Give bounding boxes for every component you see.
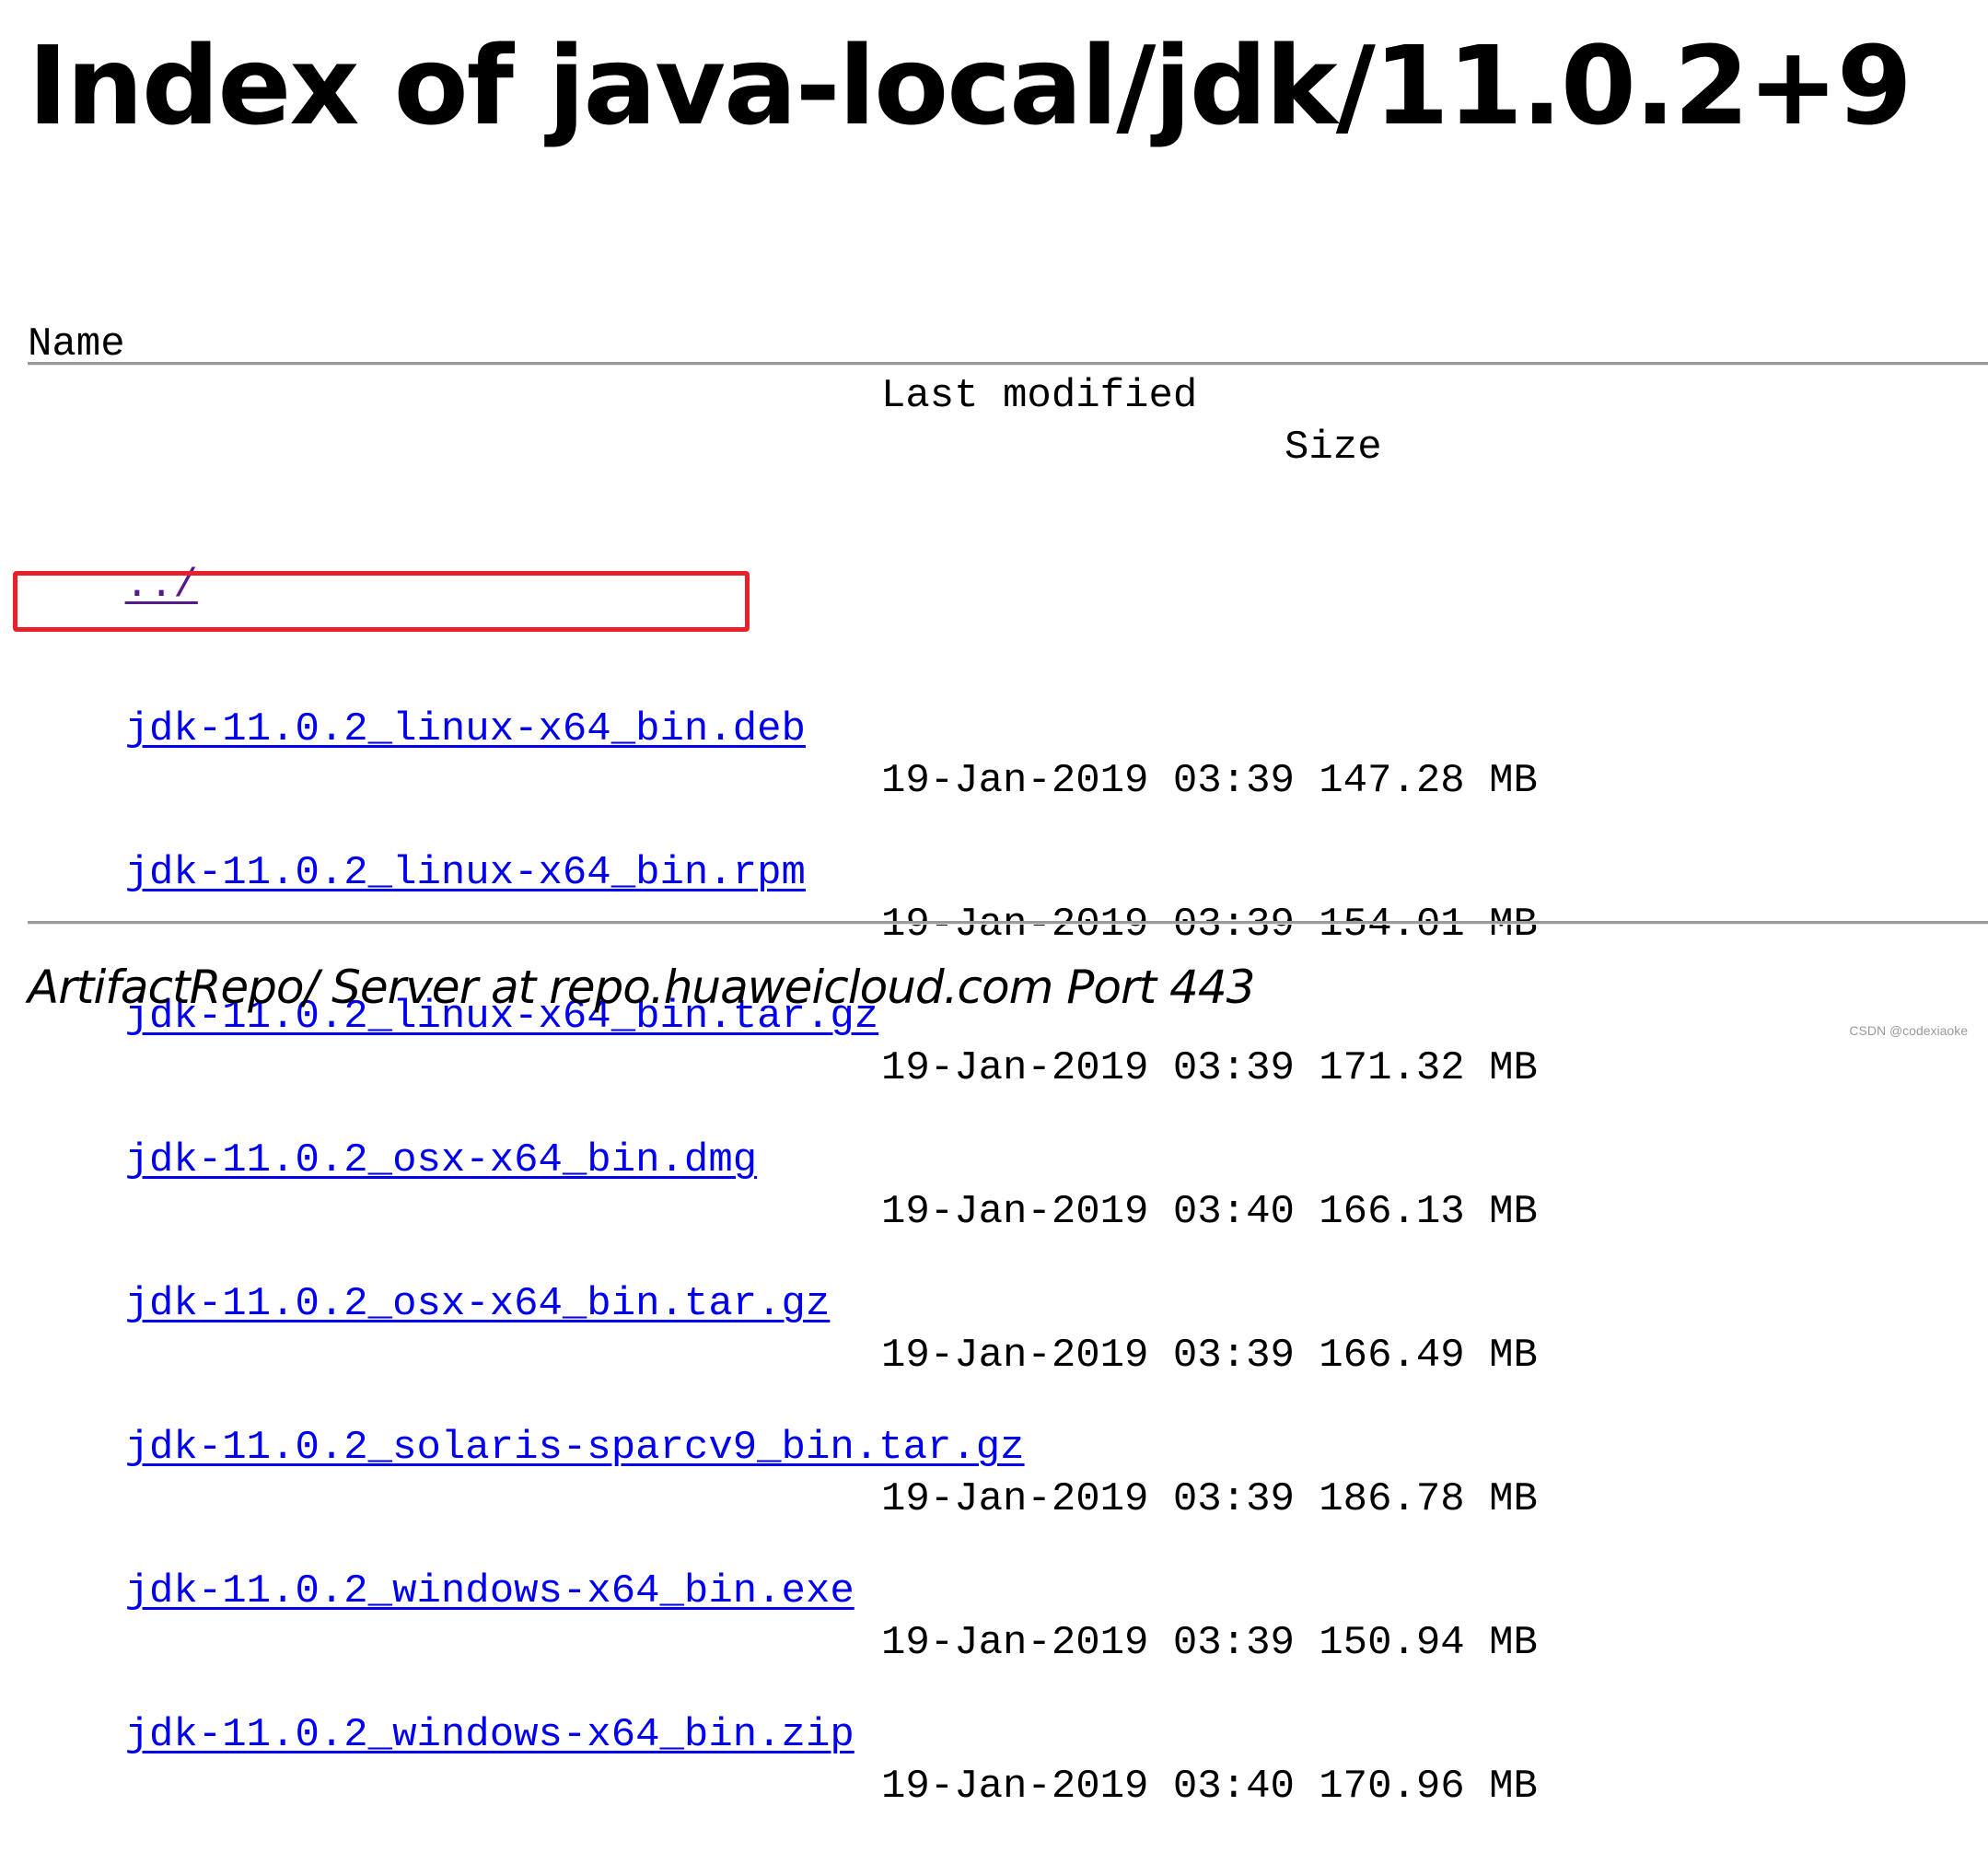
file-date: 19-Jan-2019 03:40	[881, 1764, 1295, 1810]
table-header: Name Last modified Size	[28, 267, 1382, 471]
file-size: 170.96 MB	[1319, 1764, 1538, 1810]
file-link[interactable]: jdk-11.0.2_windows-x64_bin.zip	[125, 1712, 854, 1758]
divider-bottom	[28, 921, 1988, 925]
file-row: jdk-11.0.2_osx-x64_bin.dmg 19-Jan-2019 0…	[28, 1083, 1593, 1235]
divider-top	[28, 362, 1988, 366]
file-link[interactable]: jdk-11.0.2_windows-x64_bin.exe	[125, 1568, 854, 1614]
file-link[interactable]: jdk-11.0.2_linux-x64_bin.rpm	[125, 850, 806, 896]
file-row: jdk-11.0.2_osx-x64_bin.tar.gz 19-Jan-201…	[28, 1227, 1593, 1379]
file-row: jdk-11.0.2_windows-x64_bin.zip 19-Jan-20…	[28, 1658, 1593, 1810]
watermark: CSDN @codexiaoke	[1849, 1023, 1968, 1038]
parent-directory-row: ../	[28, 508, 1593, 609]
server-signature: ArtifactRepo/ Server at repo.huaweicloud…	[28, 961, 1255, 1014]
file-row: jdk-11.0.2_solaris-sparcv9_bin.tar.gz 19…	[28, 1370, 1593, 1522]
page-title: Index of java-local/jdk/11.0.2+9	[28, 22, 1912, 149]
parent-directory-link[interactable]: ../	[125, 563, 198, 609]
file-row: jdk-11.0.2_windows-x64_bin.exe 19-Jan-20…	[28, 1514, 1593, 1666]
file-row: jdk-11.0.2_linux-x64_bin.rpm 19-Jan-2019…	[28, 796, 1593, 948]
file-link[interactable]: jdk-11.0.2_osx-x64_bin.tar.gz	[125, 1281, 831, 1327]
file-row: jdk-11.0.2_linux-x64_bin.deb 19-Jan-2019…	[28, 652, 1593, 804]
file-listing: ../ jdk-11.0.2_linux-x64_bin.deb 19-Jan-…	[28, 416, 1593, 1810]
file-link[interactable]: jdk-11.0.2_linux-x64_bin.deb	[125, 706, 806, 752]
column-header-last-modified[interactable]: Last modified	[881, 370, 1197, 422]
file-link[interactable]: jdk-11.0.2_solaris-sparcv9_bin.tar.gz	[125, 1425, 1025, 1471]
file-meta: 19-Jan-2019 03:40 170.96 MB	[881, 1761, 1538, 1812]
file-link[interactable]: jdk-11.0.2_osx-x64_bin.dmg	[125, 1137, 758, 1183]
